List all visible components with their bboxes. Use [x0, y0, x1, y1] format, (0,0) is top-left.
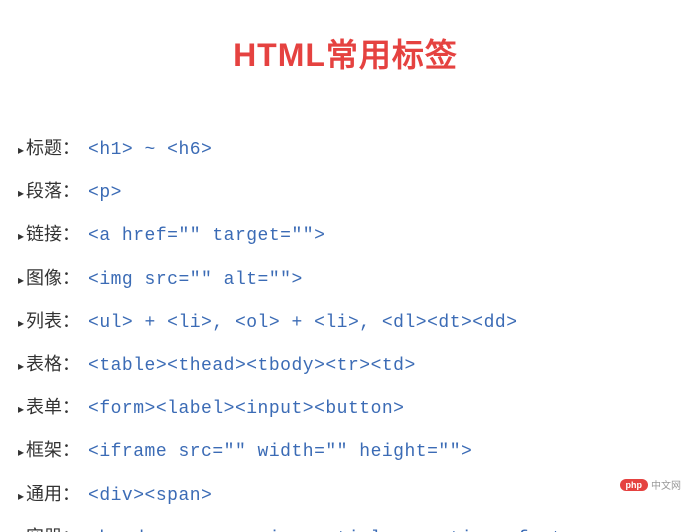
bullet-icon: ▸: [18, 444, 24, 461]
item-code: <iframe src="" width="" height="">: [88, 440, 472, 465]
list-item: ▸ 列表： <ul> + <li>, <ol> + <li>, <dl><dt>…: [18, 309, 673, 336]
item-code: <h1> ~ <h6>: [88, 138, 212, 163]
watermark-badge: php: [620, 479, 649, 491]
tag-list: ▸ 标题： <h1> ~ <h6> ▸ 段落： <p> ▸ 链接： <a hre…: [18, 136, 673, 532]
item-label: 表格：: [26, 352, 80, 377]
item-label: 通用：: [26, 482, 80, 507]
list-item: ▸ 段落： <p>: [18, 179, 673, 206]
item-code: <p>: [88, 181, 122, 206]
item-label: 框架：: [26, 438, 80, 463]
page-title: HTML常用标签: [18, 30, 673, 76]
item-label: 段落：: [26, 179, 80, 204]
bullet-icon: ▸: [18, 488, 24, 505]
bullet-icon: ▸: [18, 142, 24, 159]
bullet-icon: ▸: [18, 315, 24, 332]
item-label: 链接：: [26, 222, 80, 247]
item-label: 标题：: [26, 136, 80, 161]
bullet-icon: ▸: [18, 228, 24, 245]
list-item: ▸ 表单： <form><label><input><button>: [18, 395, 673, 422]
list-item: ▸ 图像： <img src="" alt="">: [18, 266, 673, 293]
list-item: ▸ 链接： <a href="" target="">: [18, 222, 673, 249]
item-label: 表单：: [26, 395, 80, 420]
item-code: <form><label><input><button>: [88, 397, 404, 422]
list-item: ▸ 表格： <table><thead><tbody><tr><td>: [18, 352, 673, 379]
list-item: ▸ 容器： <header><nav><main><article><secti…: [18, 525, 673, 532]
item-code: <header><nav><main><article><section><fo…: [88, 527, 597, 532]
item-label: 列表：: [26, 309, 80, 334]
item-code: <div><span>: [88, 484, 212, 509]
item-label: 容器：: [26, 525, 80, 532]
bullet-icon: ▸: [18, 401, 24, 418]
bullet-icon: ▸: [18, 272, 24, 289]
list-item: ▸ 通用： <div><span>: [18, 482, 673, 509]
watermark-text: 中文网: [651, 477, 681, 492]
list-item: ▸ 框架： <iframe src="" width="" height="">: [18, 438, 673, 465]
item-code: <img src="" alt="">: [88, 268, 303, 293]
bullet-icon: ▸: [18, 531, 24, 532]
bullet-icon: ▸: [18, 185, 24, 202]
item-code: <a href="" target="">: [88, 224, 325, 249]
item-code: <ul> + <li>, <ol> + <li>, <dl><dt><dd>: [88, 311, 517, 336]
bullet-icon: ▸: [18, 358, 24, 375]
list-item: ▸ 标题： <h1> ~ <h6>: [18, 136, 673, 163]
item-code: <table><thead><tbody><tr><td>: [88, 354, 416, 379]
watermark: php 中文网: [620, 477, 682, 492]
item-label: 图像：: [26, 266, 80, 291]
